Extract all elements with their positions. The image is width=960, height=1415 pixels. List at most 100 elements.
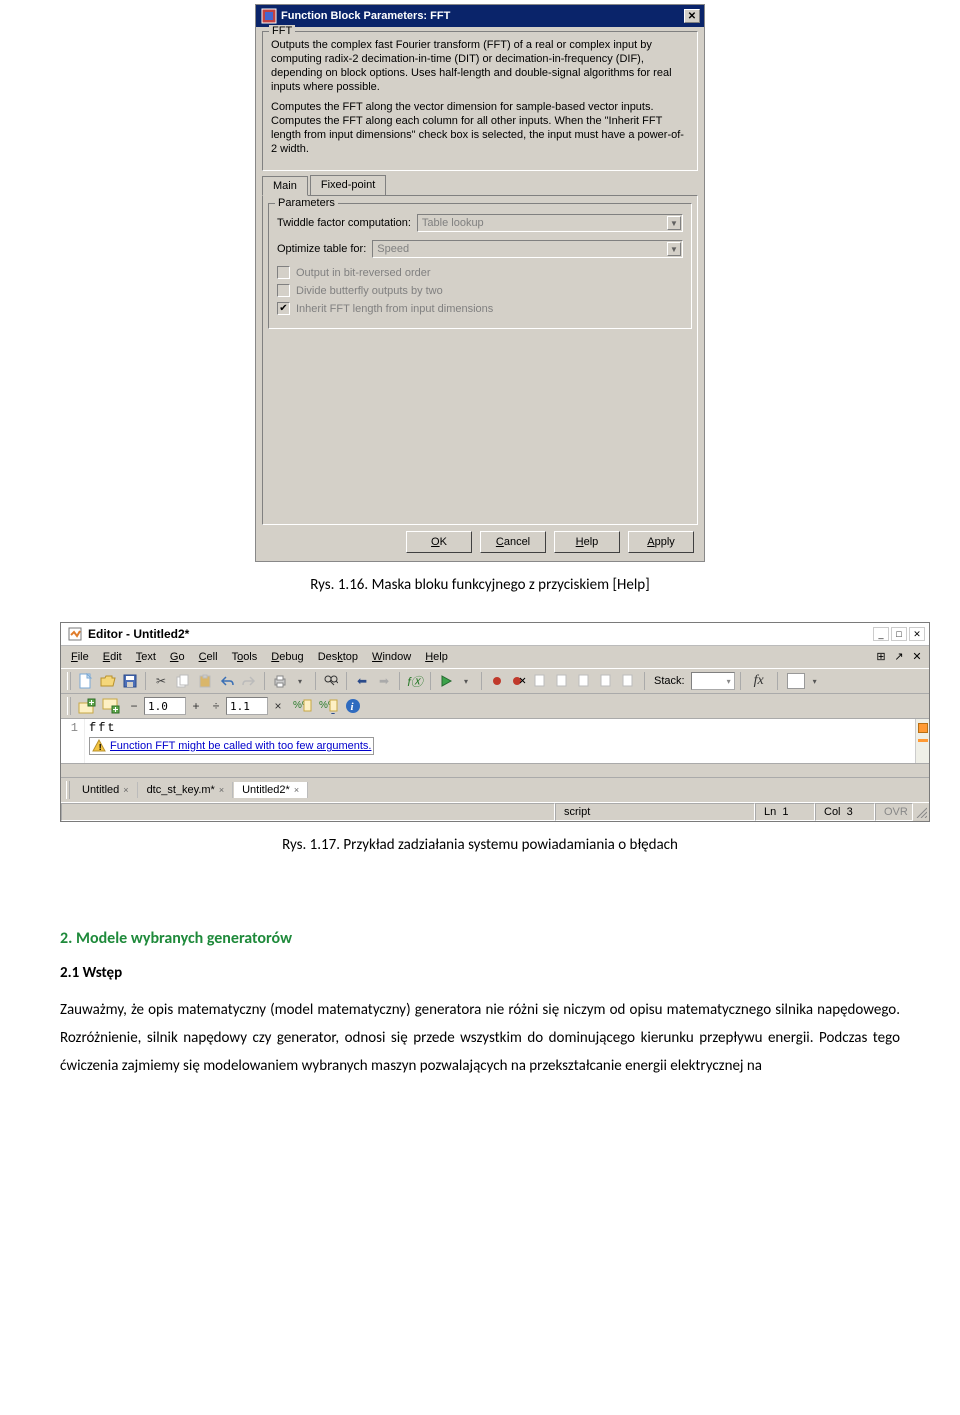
message-summary-icon[interactable] <box>918 723 928 733</box>
resize-grip-icon[interactable] <box>913 804 929 820</box>
save-icon[interactable] <box>120 671 140 691</box>
code-warning-strip[interactable]: ! Function FFT might be called with too … <box>89 737 374 755</box>
nav-back-icon[interactable]: ⬅ <box>352 671 372 691</box>
checkbox-bitreversed[interactable] <box>277 266 290 279</box>
fft-group-legend: FFT <box>269 25 295 37</box>
doctabs-grip[interactable] <box>66 781 70 799</box>
increment-field-1[interactable]: 1.0 <box>144 697 186 715</box>
eval-cell-icon[interactable]: %% <box>290 697 314 715</box>
cell-insert-below-icon[interactable] <box>100 696 122 716</box>
step-icon[interactable] <box>531 671 551 691</box>
dialog-tabs: Main Fixed-point <box>262 175 698 195</box>
increment-icon[interactable]: + <box>188 697 204 715</box>
exit-debug-icon[interactable] <box>619 671 639 691</box>
menu-debug[interactable]: Debug <box>265 649 309 665</box>
doc-tab-untitled2[interactable]: Untitled2*× <box>234 782 308 798</box>
menu-go[interactable]: Go <box>164 649 191 665</box>
paste-icon[interactable] <box>195 671 215 691</box>
stack-select[interactable]: ▾ <box>691 672 735 690</box>
dock-controls-icon[interactable]: ⊞ <box>874 649 888 663</box>
apply-button[interactable]: Apply <box>628 531 694 553</box>
step-out-icon[interactable] <box>575 671 595 691</box>
checkbox-inherit-length[interactable]: ✔ <box>277 302 290 315</box>
ok-button[interactable]: OK <box>406 531 472 553</box>
step-in-icon[interactable] <box>553 671 573 691</box>
function-hint-icon[interactable]: fⓍ <box>405 671 425 691</box>
print-dropdown-icon[interactable]: ▾ <box>290 671 310 691</box>
menu-window[interactable]: Window <box>366 649 417 665</box>
close-icon[interactable]: × <box>294 785 299 795</box>
undock-icon[interactable]: ↗ <box>892 649 906 663</box>
subsection-heading: 2.1 Wstęp <box>60 960 900 988</box>
status-line: Ln 1 <box>755 803 815 821</box>
run-dropdown-icon[interactable]: ▾ <box>456 671 476 691</box>
message-marker-icon[interactable] <box>918 739 928 742</box>
close-icon[interactable]: × <box>123 785 128 795</box>
continue-icon[interactable] <box>597 671 617 691</box>
close-icon[interactable]: × <box>219 785 224 795</box>
editor-sys-icon <box>67 626 83 642</box>
optimize-select[interactable]: Speed ▼ <box>372 240 683 258</box>
eval-cell-advance-icon[interactable]: %% <box>316 697 340 715</box>
doc-tab-dtc[interactable]: dtc_st_key.m*× <box>139 782 234 798</box>
toolbar2-grip[interactable] <box>67 697 71 715</box>
breakpoint-clear-icon[interactable] <box>509 671 529 691</box>
svg-text:!: ! <box>98 743 103 753</box>
twiddle-select[interactable]: Table lookup ▼ <box>417 214 683 232</box>
cut-icon[interactable]: ✂ <box>151 671 171 691</box>
find-icon[interactable] <box>321 671 341 691</box>
divide-icon[interactable]: ÷ <box>208 697 224 715</box>
decrement-icon[interactable]: − <box>126 697 142 715</box>
menu-text[interactable]: Text <box>130 649 162 665</box>
doc-tab-untitled[interactable]: Untitled× <box>74 782 138 798</box>
status-type: script <box>555 803 755 821</box>
tab-main[interactable]: Main <box>262 176 308 196</box>
new-file-icon[interactable] <box>76 671 96 691</box>
toolbar-end-box[interactable] <box>787 673 805 689</box>
increment-field-2[interactable]: 1.1 <box>226 697 268 715</box>
help-button[interactable]: Help <box>554 531 620 553</box>
breakpoint-set-icon[interactable] <box>487 671 507 691</box>
copy-icon[interactable] <box>173 671 193 691</box>
toolbar-overflow-icon[interactable]: ▾ <box>805 671 825 691</box>
code-warning-text[interactable]: Function FFT might be called with too fe… <box>110 740 371 752</box>
toolbar-grip[interactable] <box>67 672 71 690</box>
menu-edit[interactable]: Edit <box>97 649 128 665</box>
code-message-bar[interactable] <box>915 719 929 763</box>
multiply-icon[interactable]: × <box>270 697 286 715</box>
fft-dialog: Function Block Parameters: FFT ✕ FFT Out… <box>255 4 705 562</box>
editor-code-area[interactable]: 1 fft ! Function FFT might be called wit… <box>61 719 929 763</box>
figure-caption-2: Rys. 1.17. Przykład zadziałania systemu … <box>60 836 900 854</box>
subwindow-close-icon[interactable]: ✕ <box>910 649 924 663</box>
editor-statusbar: script Ln 1 Col 3 OVR <box>61 802 929 821</box>
menu-tools[interactable]: Tools <box>226 649 264 665</box>
run-icon[interactable] <box>436 671 456 691</box>
editor-titlebar: Editor - Untitled2* _ □ ✕ <box>61 623 929 646</box>
redo-icon[interactable] <box>239 671 259 691</box>
cancel-button[interactable]: Cancel <box>480 531 546 553</box>
editor-document-tabs: Untitled× dtc_st_key.m*× Untitled2*× <box>61 777 929 802</box>
menu-cell[interactable]: Cell <box>193 649 224 665</box>
nav-forward-icon[interactable]: ➡ <box>374 671 394 691</box>
info-icon[interactable]: i <box>344 697 362 715</box>
checkbox-divide-butterfly[interactable] <box>277 284 290 297</box>
checkbox-inherit-length-label: Inherit FFT length from input dimensions <box>296 303 493 315</box>
code-line-1[interactable]: fft <box>89 721 911 735</box>
undo-icon[interactable] <box>217 671 237 691</box>
tab-fixed-point[interactable]: Fixed-point <box>310 175 386 195</box>
editor-close-button[interactable]: ✕ <box>909 627 925 641</box>
print-icon[interactable] <box>270 671 290 691</box>
menu-file[interactable]: File <box>65 649 95 665</box>
menu-help[interactable]: Help <box>419 649 454 665</box>
dialog-close-button[interactable]: ✕ <box>684 9 700 23</box>
editor-minimize-button[interactable]: _ <box>873 627 889 641</box>
editor-title: Editor - Untitled2* <box>88 627 189 641</box>
editor-toolbar-1: ✂ ▾ ⬅ ➡ fⓍ ▾ Stac <box>61 668 929 694</box>
open-file-icon[interactable] <box>98 671 118 691</box>
menu-desktop[interactable]: Desktop <box>312 649 364 665</box>
cell-insert-above-icon[interactable] <box>76 696 98 716</box>
function-browser-icon[interactable]: fx <box>754 673 764 689</box>
editor-maximize-button[interactable]: □ <box>891 627 907 641</box>
section-heading: 2. Modele wybranych generatorów <box>60 924 900 954</box>
fft-description-2: Computes the FFT along the vector dimens… <box>271 100 689 156</box>
